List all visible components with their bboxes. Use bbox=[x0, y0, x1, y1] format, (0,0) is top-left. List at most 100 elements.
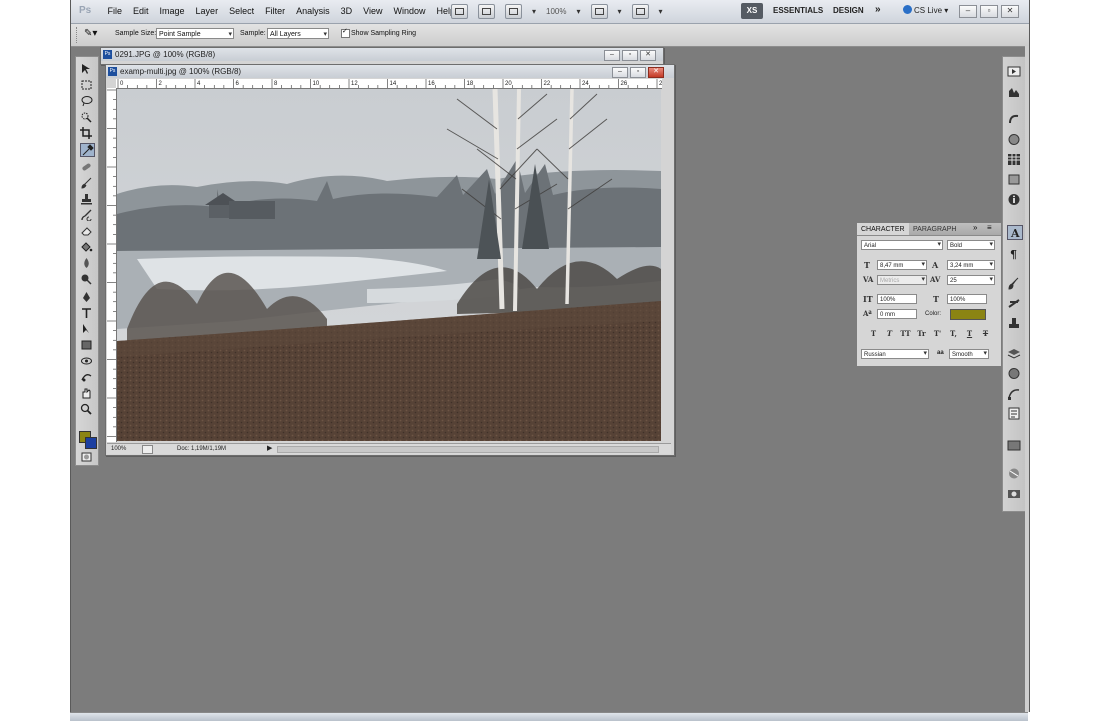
styles-icon[interactable] bbox=[1007, 173, 1021, 186]
dodge-tool-icon[interactable] bbox=[80, 273, 93, 285]
close-button[interactable]: ✕ bbox=[648, 67, 664, 78]
pen-tool-icon[interactable] bbox=[80, 291, 93, 303]
minimize-button[interactable]: – bbox=[612, 67, 628, 78]
swatches-icon[interactable] bbox=[1007, 153, 1021, 166]
channels-icon[interactable] bbox=[1007, 367, 1021, 380]
image-canvas[interactable] bbox=[117, 89, 661, 441]
baseline-shift-field[interactable]: 0 mm bbox=[877, 309, 917, 319]
move-tool-icon[interactable] bbox=[80, 63, 93, 75]
font-size-field[interactable]: 8,47 mm bbox=[877, 260, 927, 270]
layers-icon[interactable] bbox=[1007, 347, 1021, 360]
maximize-button[interactable]: ▫ bbox=[630, 67, 646, 78]
document-window-back[interactable]: Ps 0291.JPG @ 100% (RGB/8) – ▫ ✕ bbox=[100, 47, 664, 65]
launch-bridge-icon[interactable] bbox=[451, 4, 468, 19]
lasso-tool-icon[interactable] bbox=[80, 95, 93, 107]
arrange-documents-icon[interactable] bbox=[590, 4, 608, 19]
document-tab-front[interactable]: Ps examp-multi.jpg @ 100% (RGB/8) bbox=[106, 65, 674, 78]
workspace-design[interactable]: DESIGN bbox=[833, 6, 864, 15]
character-panel-icon[interactable]: A bbox=[1007, 225, 1023, 240]
workspace-essentials[interactable]: ESSENTIALS bbox=[773, 6, 823, 15]
vertical-ruler[interactable] bbox=[107, 88, 117, 442]
quick-mask-icon[interactable] bbox=[80, 451, 93, 463]
brush-presets-icon[interactable] bbox=[1007, 297, 1021, 310]
paths-icon[interactable] bbox=[1007, 387, 1021, 400]
all-caps-button[interactable]: TT bbox=[899, 329, 912, 338]
faux-bold-button[interactable]: T bbox=[867, 329, 880, 338]
blur-tool-icon[interactable] bbox=[80, 257, 93, 269]
menu-file[interactable]: File bbox=[102, 6, 128, 16]
workspace-switcher-button[interactable]: XS bbox=[741, 3, 763, 19]
eyedropper-tool-preset-icon[interactable]: ✎▾ bbox=[84, 28, 97, 39]
clone-source-icon[interactable] bbox=[1007, 317, 1021, 330]
menu-analysis[interactable]: Analysis bbox=[291, 6, 336, 16]
chevron-down-icon[interactable]: ▾ bbox=[618, 7, 622, 16]
marquee-tool-icon[interactable] bbox=[80, 79, 93, 91]
strikethrough-button[interactable]: T bbox=[979, 329, 992, 338]
masks-icon[interactable] bbox=[1007, 133, 1021, 146]
view-extras-icon[interactable] bbox=[505, 4, 522, 19]
path-selection-tool-icon[interactable] bbox=[80, 323, 93, 335]
eraser-tool-icon[interactable] bbox=[80, 225, 93, 237]
adjustments-icon[interactable] bbox=[1007, 113, 1021, 126]
leading-field[interactable]: 3,24 mm bbox=[947, 260, 995, 270]
chevron-down-icon[interactable]: ▾ bbox=[659, 7, 663, 16]
minimize-button[interactable]: – bbox=[604, 50, 620, 61]
zoom-tool-icon[interactable] bbox=[80, 403, 93, 415]
maximize-button[interactable]: ▫ bbox=[980, 5, 998, 18]
collapse-panel-icon[interactable]: » bbox=[973, 223, 977, 232]
hand-tool-icon[interactable] bbox=[80, 387, 93, 399]
3d-panel-icon[interactable] bbox=[1007, 467, 1021, 480]
healing-brush-tool-icon[interactable] bbox=[80, 161, 93, 173]
notes-icon[interactable] bbox=[1007, 407, 1021, 420]
type-tool-icon[interactable] bbox=[80, 307, 93, 319]
menu-layer[interactable]: Layer bbox=[190, 6, 224, 16]
menu-3d[interactable]: 3D bbox=[335, 6, 358, 16]
maximize-button[interactable]: ▫ bbox=[622, 50, 638, 61]
background-color-swatch[interactable] bbox=[85, 437, 97, 449]
clone-stamp-tool-icon[interactable] bbox=[80, 193, 93, 205]
paint-bucket-tool-icon[interactable] bbox=[80, 241, 93, 253]
menu-image[interactable]: Image bbox=[154, 6, 190, 16]
show-sampling-ring-checkbox[interactable]: ✓ bbox=[341, 28, 350, 38]
mini-bridge-icon[interactable] bbox=[478, 4, 495, 19]
document-tab-back[interactable]: Ps 0291.JPG @ 100% (RGB/8) bbox=[101, 48, 663, 61]
language-select[interactable]: Russian bbox=[861, 349, 929, 359]
close-button[interactable]: ✕ bbox=[640, 50, 656, 61]
font-family-select[interactable]: Arial bbox=[861, 240, 943, 250]
menu-window[interactable]: Window bbox=[388, 6, 431, 16]
actions-icon[interactable] bbox=[1007, 439, 1021, 452]
screen-mode-icon[interactable] bbox=[631, 4, 649, 19]
sample-size-select[interactable]: Point Sample bbox=[156, 28, 234, 40]
panel-menu-icon[interactable]: ≡ bbox=[987, 223, 992, 232]
brush-tool-icon[interactable] bbox=[80, 177, 93, 189]
3d-camera-tool-icon[interactable] bbox=[80, 371, 93, 383]
close-button[interactable]: ✕ bbox=[1001, 5, 1019, 18]
history-brush-tool-icon[interactable] bbox=[80, 209, 93, 222]
document-window-front[interactable]: Ps examp-multi.jpg @ 100% (RGB/8) – ▫ ✕ … bbox=[105, 64, 675, 456]
camera-icon[interactable] bbox=[1007, 487, 1021, 500]
3d-rotate-tool-icon[interactable] bbox=[80, 355, 93, 367]
menu-filter[interactable]: Filter bbox=[260, 6, 291, 16]
font-style-select[interactable]: Bold bbox=[947, 240, 995, 250]
tracking-field[interactable]: 25 bbox=[947, 275, 995, 285]
horizontal-scrollbar[interactable] bbox=[277, 446, 659, 453]
zoom-level-dropdown[interactable]: 100% bbox=[546, 7, 566, 16]
superscript-button[interactable]: T' bbox=[931, 329, 944, 338]
minimize-button[interactable]: – bbox=[959, 5, 977, 18]
vertical-scale-field[interactable]: 100% bbox=[877, 294, 917, 304]
horizontal-ruler[interactable]: 024681012141618202224262 bbox=[116, 79, 662, 89]
zoom-percent-field[interactable]: 100% bbox=[111, 444, 126, 454]
faux-italic-button[interactable]: T bbox=[883, 329, 896, 338]
sample-select[interactable]: All Layers bbox=[267, 28, 329, 40]
tab-character[interactable]: CHARACTER bbox=[857, 223, 909, 235]
options-bar-grip[interactable] bbox=[76, 27, 80, 43]
kerning-field[interactable]: Metrics bbox=[877, 275, 927, 285]
menu-view[interactable]: View bbox=[358, 6, 388, 16]
text-color-swatch[interactable] bbox=[950, 309, 986, 320]
subscript-button[interactable]: T, bbox=[947, 329, 960, 338]
eyedropper-tool-icon[interactable] bbox=[80, 143, 95, 157]
anti-alias-select[interactable]: Smooth bbox=[949, 349, 989, 359]
tab-paragraph[interactable]: PARAGRAPH bbox=[909, 223, 960, 235]
navigator-icon[interactable] bbox=[1007, 65, 1021, 78]
more-workspaces-icon[interactable]: » bbox=[875, 4, 881, 15]
